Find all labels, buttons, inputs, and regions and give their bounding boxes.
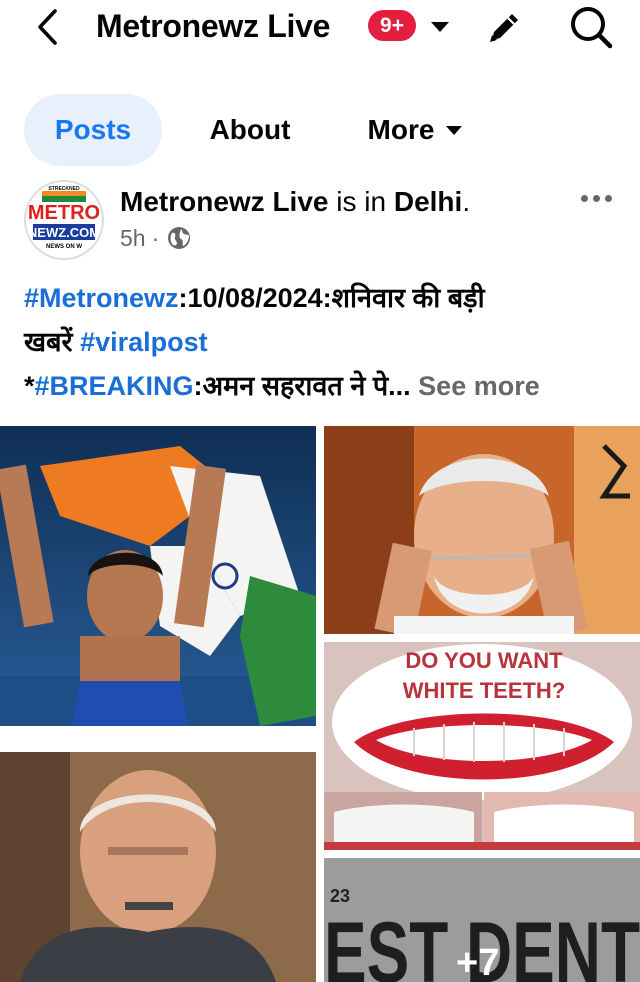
more-dots-icon xyxy=(580,194,588,202)
hashtag-link[interactable]: #Metronewz xyxy=(24,283,179,313)
hashtag-link[interactable]: #BREAKING xyxy=(35,371,194,401)
post-photo-teeth[interactable]: DO YOU WANT WHITE TEETH? xyxy=(324,642,640,850)
edit-button[interactable] xyxy=(484,6,526,48)
metronewz-logo: METRO NEWZ.COM NEWS ON W STRECKNED xyxy=(27,183,101,257)
post-text-segment: :अमन सहरावत ने पे... xyxy=(193,371,411,401)
post-text-line: *#BREAKING:अमन सहरावत ने पे... See more xyxy=(24,364,624,408)
leader-image xyxy=(324,426,640,634)
teeth-caption-line2: WHITE TEETH? xyxy=(403,678,566,703)
more-dots-icon xyxy=(592,194,600,202)
wrestler-image xyxy=(0,426,316,736)
more-photos-count[interactable]: +7 xyxy=(456,940,499,982)
post-text-line: #Metronewz:10/08/2024:शनिवार की बड़ी xyxy=(24,276,624,320)
tab-posts[interactable]: Posts xyxy=(24,94,162,166)
post-text-segment: :10/08/2024:शनिवार की बड़ी xyxy=(178,283,485,313)
post-options-button[interactable] xyxy=(576,184,616,212)
post-text-segment: * xyxy=(24,371,35,401)
location-suffix: . xyxy=(462,186,471,217)
page-avatar[interactable]: METRO NEWZ.COM NEWS ON W STRECKNED xyxy=(24,180,104,260)
caret-down-icon[interactable] xyxy=(428,14,452,38)
search-button[interactable] xyxy=(566,4,616,50)
sign-number: 23 xyxy=(330,886,350,906)
pencil-icon xyxy=(490,14,518,42)
portrait-image xyxy=(0,752,316,982)
post-photo-portrait[interactable] xyxy=(0,752,316,982)
post-meta: 5h · xyxy=(120,222,191,254)
post-photo-glasses[interactable] xyxy=(324,426,640,634)
globe-icon xyxy=(168,227,191,249)
logo-arc-top: STRECKNED xyxy=(48,186,80,192)
location-prefix: is in xyxy=(336,186,387,217)
post-author-name[interactable]: Metronewz Live xyxy=(120,186,328,217)
caret-down-icon xyxy=(446,126,463,135)
page-title[interactable]: Metronewz Live xyxy=(96,4,330,48)
see-more-link[interactable]: See more xyxy=(418,371,540,401)
tab-more-label: More xyxy=(367,114,435,145)
notification-badge[interactable]: 9+ xyxy=(368,10,416,41)
logo-newz-text: NEWZ.COM xyxy=(28,225,100,240)
hashtag-link[interactable]: #viralpost xyxy=(80,327,208,357)
top-bar: Metronewz Live 9+ xyxy=(0,0,640,58)
post-text-line: खबरें #viralpost xyxy=(24,320,624,364)
post-author-line: Metronewz Live is in Delhi. xyxy=(120,182,470,222)
back-arrow-icon xyxy=(38,9,57,45)
post-time[interactable]: 5h xyxy=(120,225,146,252)
post-location[interactable]: Delhi xyxy=(394,186,462,217)
logo-metro-text: METRO xyxy=(28,202,100,224)
logo-arc-bottom: NEWS ON W xyxy=(46,244,82,250)
post-photo-wrestler[interactable] xyxy=(0,426,316,736)
meta-separator: · xyxy=(151,224,160,251)
teeth-caption-line1: DO YOU WANT xyxy=(405,648,563,673)
tab-about[interactable]: About xyxy=(186,94,314,166)
search-icon xyxy=(571,7,613,49)
post-text: #Metronewz:10/08/2024:शनिवार की बड़ी खबर… xyxy=(24,276,624,408)
back-button[interactable] xyxy=(30,6,64,48)
teeth-ad-image: DO YOU WANT WHITE TEETH? xyxy=(324,642,640,850)
more-dots-icon xyxy=(604,194,612,202)
profile-tabs: Posts About More xyxy=(0,94,640,166)
tab-more[interactable]: More xyxy=(346,94,486,166)
post-text-segment: खबरें xyxy=(24,327,81,357)
